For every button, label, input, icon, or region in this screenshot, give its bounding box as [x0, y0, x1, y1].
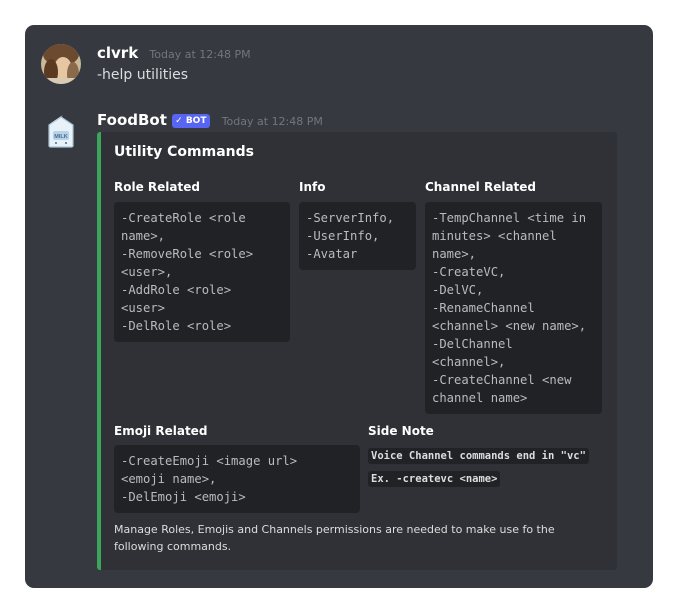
embed-footer-text: Manage Roles, Emojis and Channels permis…	[114, 523, 555, 553]
field-name-role: Role Related	[114, 180, 200, 194]
code-block-info: -ServerInfo, -UserInfo, -Avatar	[299, 202, 416, 270]
field-name-info: Info	[299, 180, 326, 194]
username-text[interactable]: FoodBot	[97, 111, 167, 129]
username[interactable]: FoodBot ✓ BOT Today at 12:48 PM	[97, 111, 323, 129]
message-clvrk: clvrk Today at 12:48 PM -help utilities	[25, 25, 653, 95]
timestamp: Today at 12:48 PM	[221, 115, 323, 128]
bot-avatar[interactable]: MILK	[41, 111, 81, 151]
field-name-side-note: Side Note	[368, 424, 434, 438]
message-text: -help utilities	[97, 67, 189, 83]
bot-badge: ✓ BOT	[172, 114, 211, 128]
chat-panel: clvrk Today at 12:48 PM -help utilities …	[25, 25, 653, 588]
milk-carton-icon: MILK	[41, 111, 81, 151]
side-note-line-2: Ex. -createvc <name>	[368, 471, 501, 487]
field-name-channel: Channel Related	[425, 180, 537, 194]
svg-text:MILK: MILK	[54, 134, 67, 140]
field-name-emoji: Emoji Related	[114, 424, 208, 438]
side-note-text: Voice Channel commands end in "vc" Ex. -…	[368, 444, 608, 487]
code-block-channel: -TempChannel <time in minutes> <channel …	[425, 202, 602, 414]
code-block-role: -CreateRole <role name>, -RemoveRole <ro…	[114, 202, 290, 342]
embed-card: Utility Commands Role Related -CreateRol…	[97, 132, 617, 570]
avatar[interactable]	[41, 44, 81, 84]
embed-title: Utility Commands	[114, 144, 254, 160]
code-block-emoji: -CreateEmoji <image url> <emoji name>, -…	[114, 445, 360, 513]
username-text[interactable]: clvrk	[97, 44, 138, 62]
timestamp: Today at 12:48 PM	[149, 48, 251, 61]
side-note-line-1: Voice Channel commands end in "vc"	[368, 448, 589, 464]
username[interactable]: clvrk Today at 12:48 PM	[97, 44, 251, 62]
